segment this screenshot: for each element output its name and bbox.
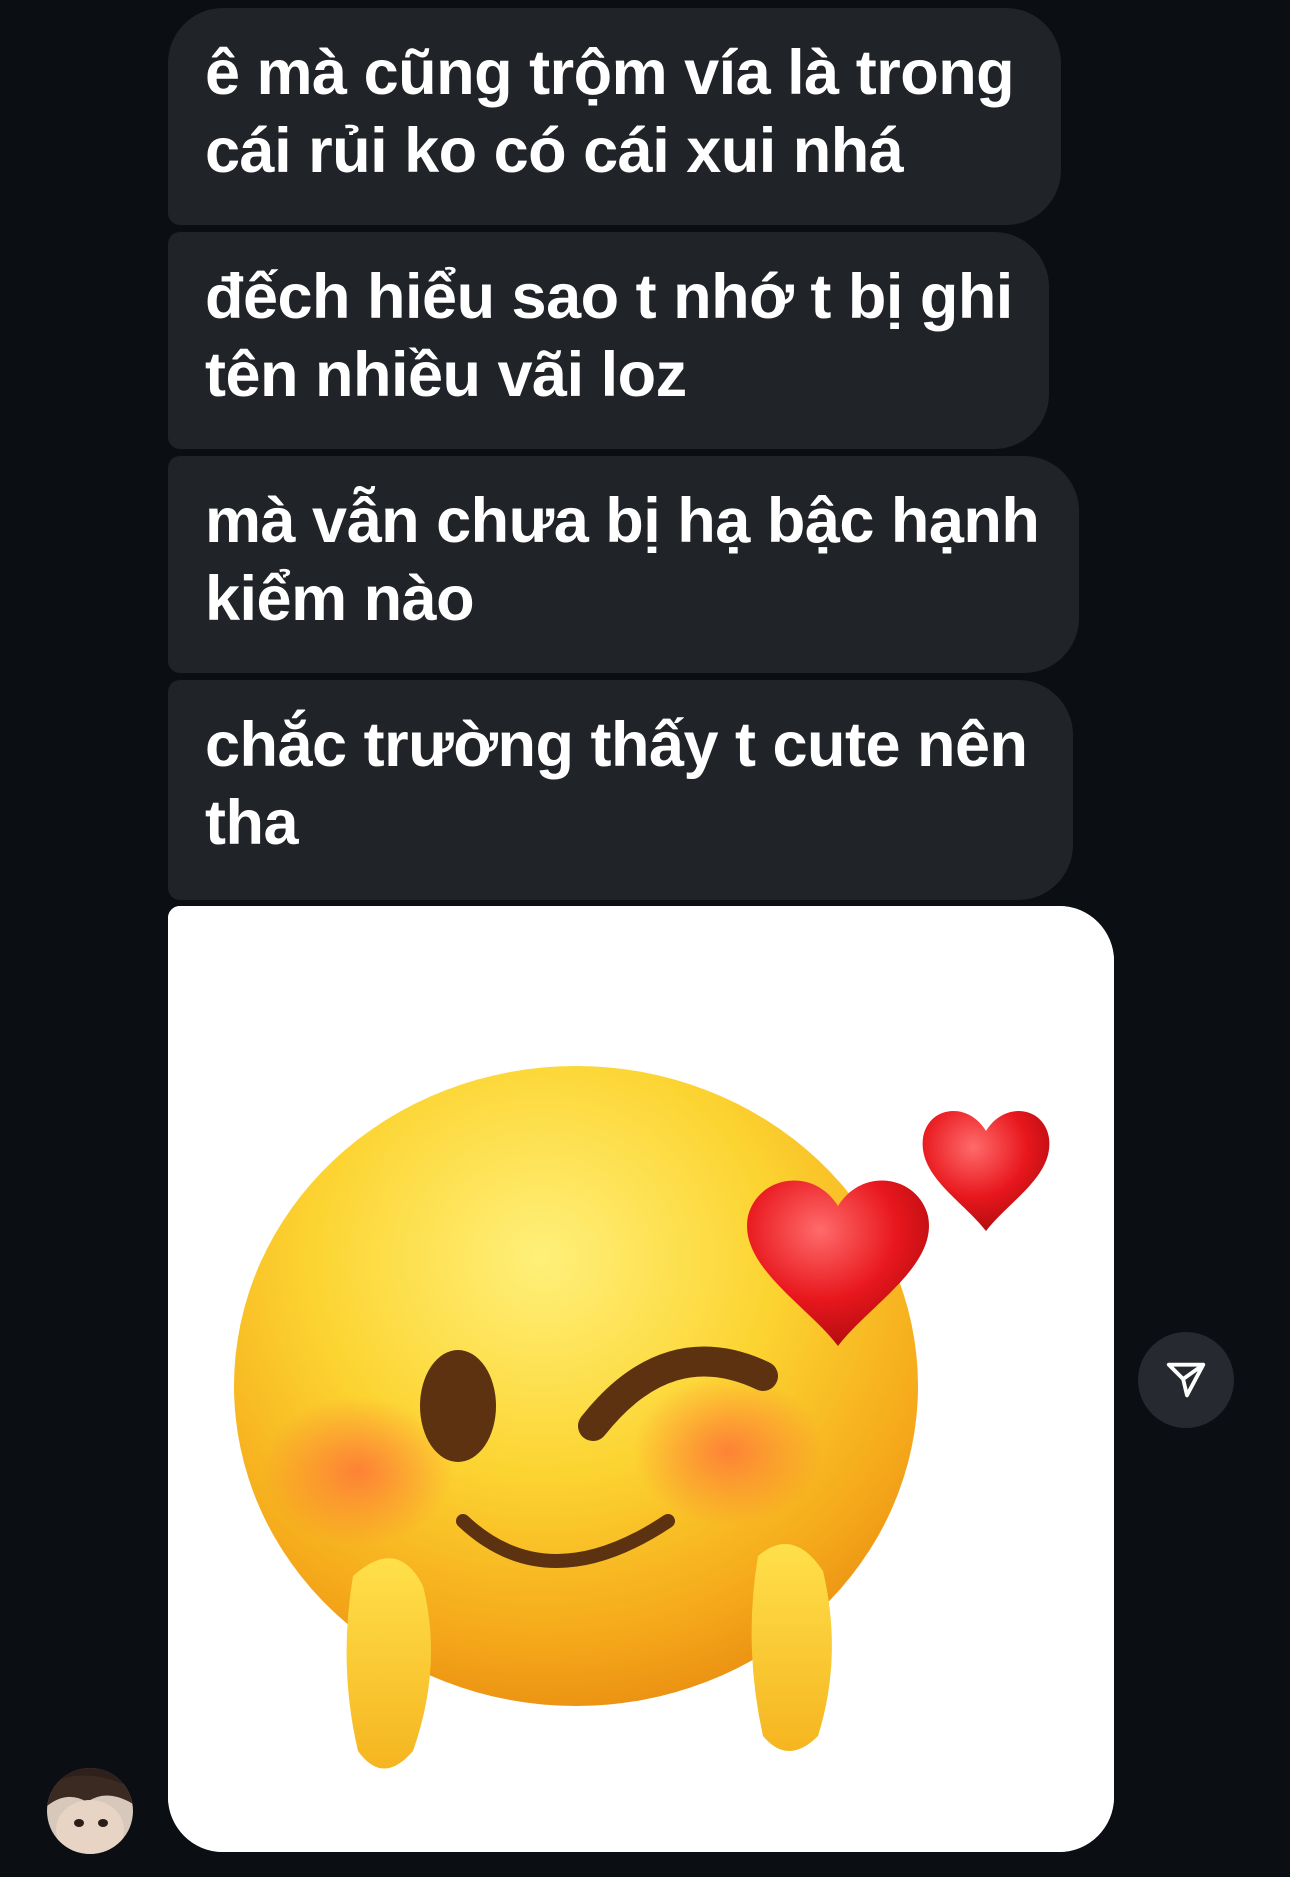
avatar-photo [47,1768,133,1854]
message-text: ê mà cũng trộm vía là trong cái rủi ko c… [205,38,1015,186]
avatar[interactable] [47,1768,133,1854]
chat-thread: ê mà cũng trộm vía là trong cái rủi ko c… [0,0,1290,1877]
message-bubble[interactable]: ê mà cũng trộm vía là trong cái rủi ko c… [168,8,1061,225]
message-bubble[interactable]: đếch hiểu sao t nhớ t bị ghi tên nhiều v… [168,232,1049,449]
message-text: đếch hiểu sao t nhớ t bị ghi tên nhiều v… [205,262,1013,410]
message-text: chắc trường thấy t cute nên tha [205,710,1028,858]
message-bubble[interactable]: chắc trường thấy t cute nên tha [168,680,1073,900]
message-text: mà vẫn chưa bị hạ bậc hạnh kiểm nào [205,486,1040,634]
image-message[interactable] [168,906,1114,1852]
share-button[interactable] [1138,1332,1234,1428]
paper-plane-icon [1166,1362,1206,1398]
winking-emoji-sticker [168,906,1114,1852]
message-bubble[interactable]: mà vẫn chưa bị hạ bậc hạnh kiểm nào [168,456,1079,673]
